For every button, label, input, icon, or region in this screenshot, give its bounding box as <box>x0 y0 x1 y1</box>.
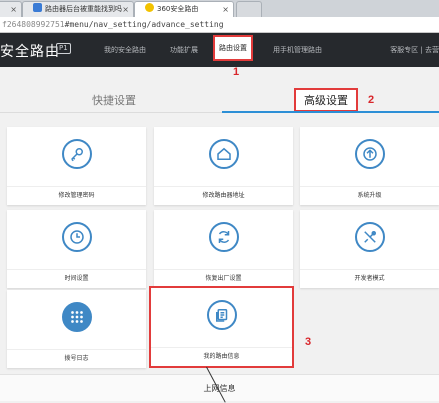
upgrade-icon <box>354 139 385 169</box>
annotation-3: 3 <box>305 336 312 348</box>
card-dial-log[interactable]: 拨号日志 <box>7 290 146 368</box>
active-tab-underline <box>222 111 439 113</box>
card-label: 拨号日志 <box>7 349 146 368</box>
refresh-icon <box>208 222 239 252</box>
card-label: 开发者模式 <box>300 269 439 288</box>
card-label: 时间设置 <box>7 269 146 288</box>
card-label: 恢复出厂设置 <box>154 269 293 288</box>
router-top-nav: 安全路由 P1 我的安全路由 功能扩展 路由设置 用手机管理路由 客服专区 | … <box>0 33 439 67</box>
card-change-router-address[interactable]: 修改路由器地址 <box>154 127 293 205</box>
address-bar[interactable]: f264808992751#menu/nav_setting/advance_s… <box>0 17 439 33</box>
tools-icon <box>354 222 385 252</box>
browser-tab-3-label: 360安全路由 <box>157 5 199 13</box>
close-icon[interactable]: × <box>222 2 229 17</box>
card-system-upgrade[interactable]: 系统升级 <box>300 127 439 205</box>
nav-customer-service[interactable]: 客服专区 | 去营 <box>390 45 439 55</box>
model-badge: P1 <box>56 43 71 54</box>
card-factory-reset[interactable]: 恢复出厂设置 <box>154 210 293 288</box>
nav-item-extensions[interactable]: 功能扩展 <box>170 45 198 55</box>
nav-item-router-settings[interactable]: 路由设置 <box>215 37 251 59</box>
tab-divider <box>0 112 222 113</box>
grid-icon <box>61 302 92 332</box>
browser-tab-2-label: 路由器后台被重能找到吗 <box>45 5 122 13</box>
card-developer-mode[interactable]: 开发者模式 <box>300 210 439 288</box>
card-change-admin-password[interactable]: 修改管理密码 <box>7 127 146 205</box>
tab-advanced-settings[interactable]: 高级设置 <box>294 88 358 112</box>
card-label: 修改路由器地址 <box>154 186 293 205</box>
brand-title: 安全路由 <box>0 44 60 60</box>
annotation-1: 1 <box>233 66 240 78</box>
browser-tab-2[interactable]: 路由器后台被重能找到吗 × <box>22 1 134 17</box>
address-path: #menu/nav_setting/advance_setting <box>64 20 224 29</box>
browser-tab-3[interactable]: 360安全路由 × <box>134 1 234 17</box>
close-icon[interactable]: × <box>122 2 129 17</box>
card-label: 修改管理密码 <box>7 186 146 205</box>
nav-item-my-router[interactable]: 我的安全路由 <box>104 45 146 55</box>
key-icon <box>61 139 92 169</box>
new-tab-button[interactable] <box>236 1 262 17</box>
document-icon <box>206 300 237 330</box>
browser-tab-bar: × 路由器后台被重能找到吗 × 360安全路由 × <box>0 0 439 18</box>
clock-icon <box>61 222 92 252</box>
card-label: 系统升级 <box>300 186 439 205</box>
internet-info-section: 上网信息 <box>0 374 439 401</box>
tab-quick-settings[interactable]: 快捷设置 <box>92 92 136 108</box>
close-icon[interactable]: × <box>10 2 17 17</box>
360-logo-icon <box>145 3 154 12</box>
nav-item-mobile-manage[interactable]: 用手机管理路由 <box>273 45 322 55</box>
card-my-router-info[interactable]: 我的路由信息 <box>151 288 292 366</box>
page-icon <box>33 3 42 12</box>
card-time-settings[interactable]: 时间设置 <box>7 210 146 288</box>
card-label: 我的路由信息 <box>151 347 292 366</box>
browser-tab-1[interactable]: × <box>0 1 22 17</box>
annotation-2: 2 <box>368 94 375 106</box>
home-icon <box>208 139 239 169</box>
address-host: f264808992751 <box>2 20 65 29</box>
